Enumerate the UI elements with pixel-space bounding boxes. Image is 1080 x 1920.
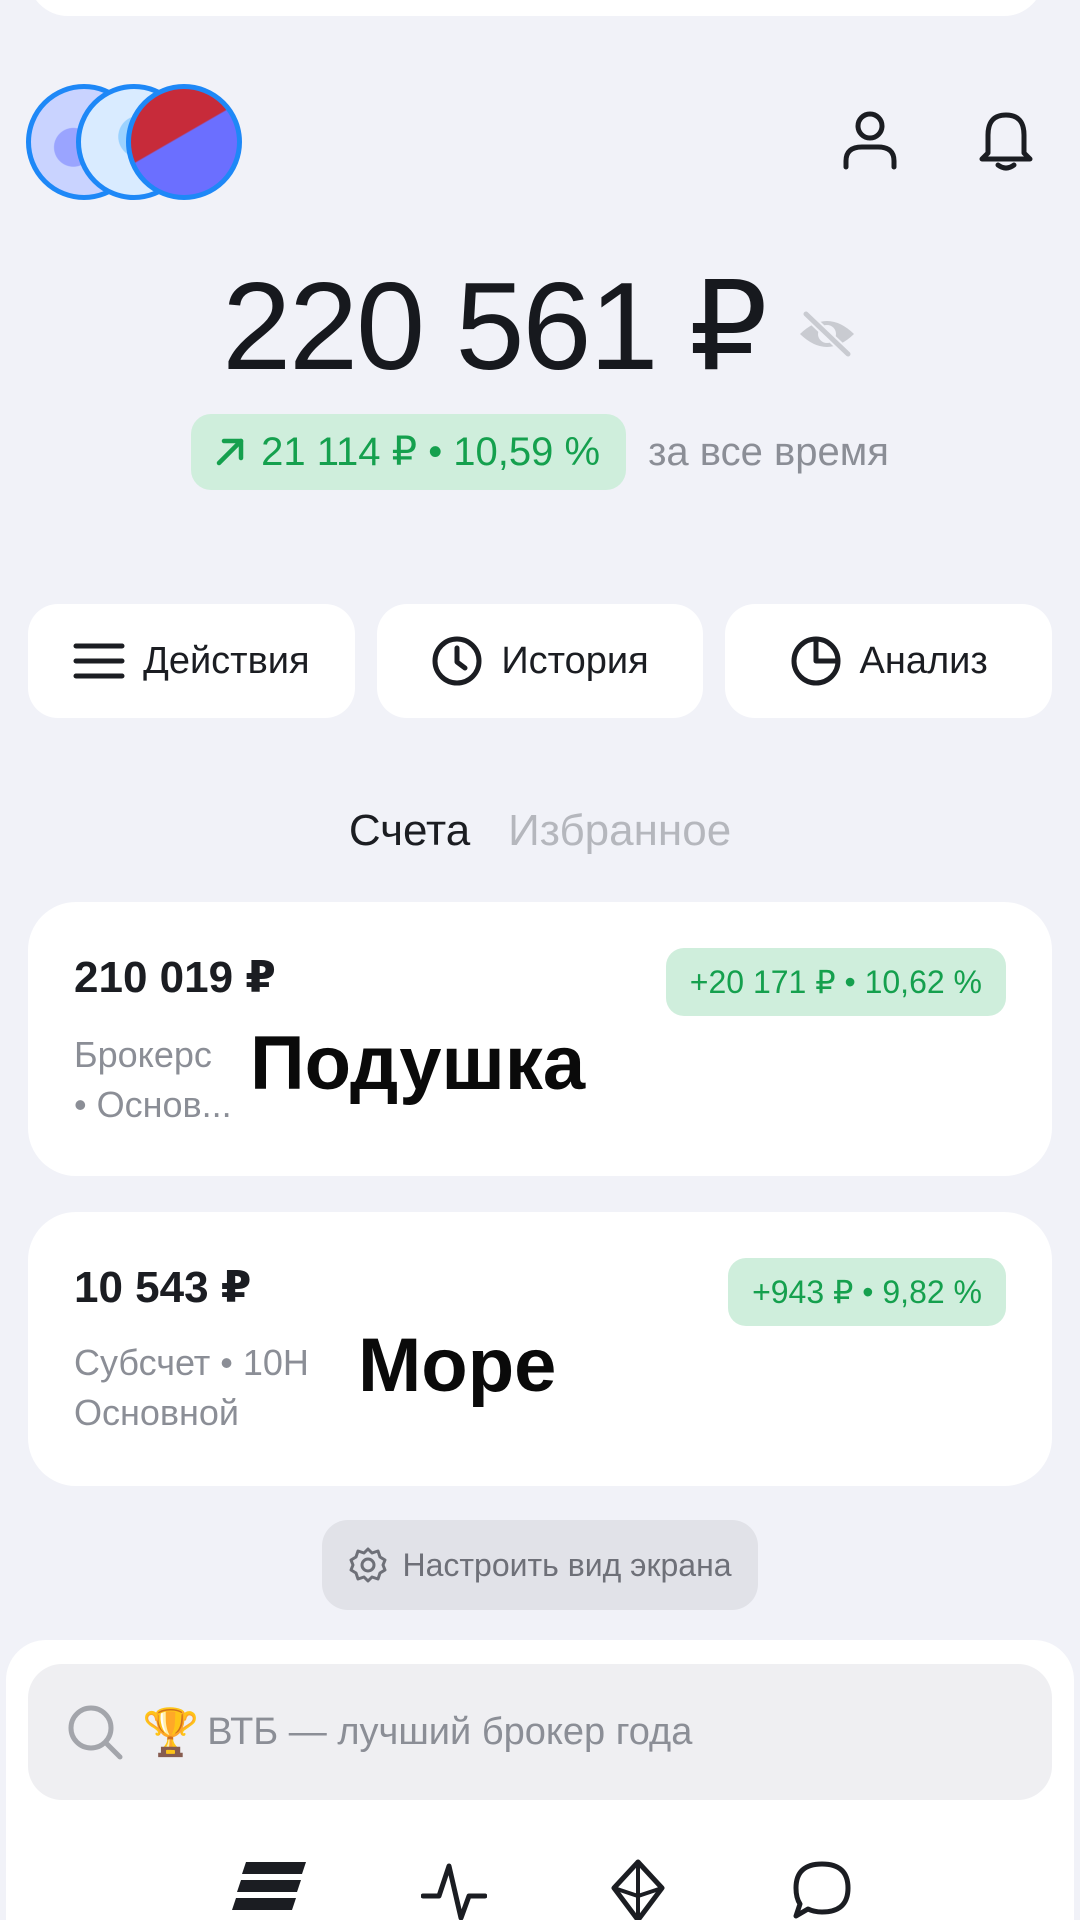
customize-row: Настроить вид экрана [0, 1520, 1080, 1610]
total-gain-value: 21 114 ₽ • 10,59 % [261, 430, 601, 474]
menu-icon [73, 643, 125, 679]
account-card[interactable]: 10 543 ₽ +943 ₽ • 9,82 % Субсчет • 10Н О… [28, 1212, 1052, 1486]
account-name-overlay: Море [354, 1322, 561, 1409]
tab-favorites[interactable]: Избранное [508, 806, 731, 866]
story-store[interactable] [126, 84, 242, 200]
account-type: Субсчет • 10Н [74, 1342, 309, 1383]
nav-products[interactable] [598, 1858, 678, 1920]
bottom-panel: 🏆 ВТБ — лучший брокер года [6, 1640, 1074, 1920]
search-promo-text: ВТБ — лучший брокер года [207, 1710, 693, 1753]
header [0, 80, 1080, 210]
previous-card-edge [28, 0, 1044, 16]
gain-period-label[interactable]: за все время [648, 430, 889, 475]
account-name-overlay: Подушка [246, 1020, 590, 1107]
hide-balance-button[interactable] [796, 308, 858, 365]
history-label: История [501, 639, 649, 682]
profile-button[interactable] [834, 104, 906, 176]
account-change-badge: +20 171 ₽ • 10,62 % [665, 948, 1006, 1016]
person-icon [843, 111, 897, 170]
clock-icon [432, 636, 482, 686]
eye-off-icon [799, 310, 854, 357]
nav-market[interactable] [414, 1858, 494, 1920]
total-balance: 220 561 ₽ [222, 258, 768, 396]
crystal-icon [611, 1859, 665, 1920]
gear-icon [349, 1547, 387, 1583]
bell-icon [979, 112, 1033, 171]
history-button[interactable]: История [376, 604, 704, 718]
balance-row: 220 561 ₽ [0, 258, 1080, 396]
portfolio-icon [232, 1862, 306, 1910]
tab-accounts[interactable]: Счета [349, 806, 470, 866]
actions-label: Действия [143, 639, 310, 682]
customize-screen-button[interactable]: Настроить вид экрана [322, 1520, 758, 1610]
nav-portfolio[interactable] [230, 1858, 310, 1920]
customize-label: Настроить вид экрана [402, 1546, 732, 1583]
notifications-button[interactable] [970, 104, 1042, 176]
account-change-badge: +943 ₽ • 9,82 % [728, 1258, 1006, 1326]
portfolio-screen: 220 561 ₽ 21 114 ₽ • 10,59 % за все врем… [0, 0, 1080, 1920]
arrow-up-right-icon [216, 438, 244, 466]
nav-chat[interactable] [782, 1858, 862, 1920]
search-bar[interactable]: 🏆 ВТБ — лучший брокер года [28, 1664, 1052, 1800]
tab-bar: Счета Избранное [0, 806, 1080, 866]
analysis-label: Анализ [859, 639, 988, 682]
account-description: Субсчет • 10Н Основной [74, 1338, 374, 1438]
account-card[interactable]: 210 019 ₽ +20 171 ₽ • 10,62 % Брокерс • … [28, 902, 1052, 1176]
actions-button[interactable]: Действия [28, 604, 355, 718]
bottom-navigation [6, 1858, 1074, 1920]
gain-row: 21 114 ₽ • 10,59 % за все время [0, 414, 1080, 490]
pulse-icon [421, 1863, 487, 1920]
analysis-button[interactable]: Анализ [725, 604, 1053, 718]
pie-chart-icon [791, 636, 841, 686]
total-gain-badge: 21 114 ₽ • 10,59 % [191, 414, 627, 490]
trophy-icon: 🏆 [142, 1705, 200, 1758]
quick-actions: Действия История Анализ [28, 604, 1053, 718]
account-amount: 210 019 ₽ [74, 953, 276, 1002]
account-subtype: Основной [74, 1392, 240, 1433]
chat-icon [793, 1861, 851, 1919]
account-amount: 10 543 ₽ [74, 1263, 252, 1312]
stories-carousel[interactable] [26, 84, 242, 200]
search-icon [68, 1705, 123, 1760]
